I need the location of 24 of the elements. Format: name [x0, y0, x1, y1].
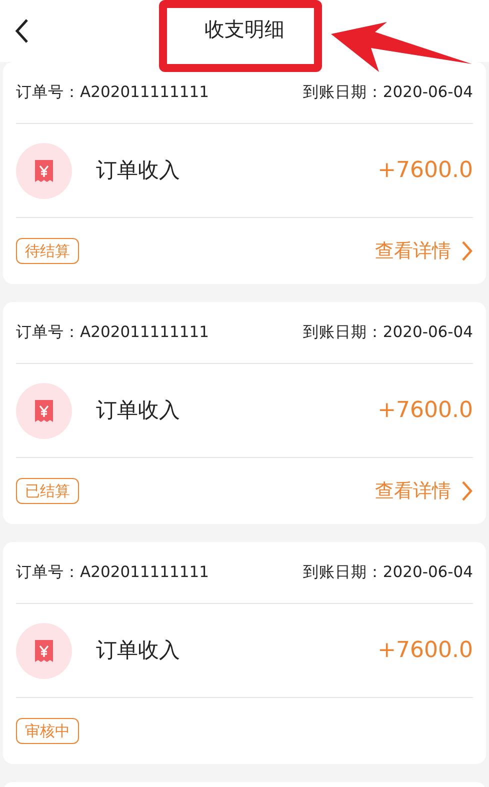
- receipt-icon: [16, 382, 72, 438]
- status-tag: 待结算: [16, 238, 79, 264]
- chevron-right-icon: [461, 480, 473, 502]
- chevron-right-icon: [461, 240, 473, 262]
- amount: +7600.0: [378, 637, 473, 665]
- record-type: 订单收入: [96, 156, 180, 184]
- order-number: 订单号：A202011111111: [16, 322, 209, 343]
- arrival-date: 到账日期：2020-06-04: [302, 562, 473, 583]
- back-icon[interactable]: [14, 18, 30, 44]
- status-tag: 审核中: [16, 718, 79, 744]
- amount: +7600.0: [378, 157, 473, 185]
- view-details-link[interactable]: 查看详情: [375, 236, 473, 266]
- receipt-icon: [16, 622, 72, 678]
- page-title: 收支明细: [204, 16, 284, 43]
- arrival-date: 到账日期：2020-06-04: [302, 82, 473, 103]
- status-tag: 已结算: [16, 478, 79, 504]
- order-number: 订单号：A202011111111: [16, 562, 209, 583]
- amount: +7600.0: [378, 397, 473, 425]
- receipt-icon: [16, 142, 72, 198]
- order-number: 订单号：A202011111111: [16, 82, 209, 103]
- arrival-date: 到账日期：2020-06-04: [302, 322, 473, 343]
- record-type: 订单收入: [96, 396, 180, 424]
- view-details-link[interactable]: 查看详情: [375, 476, 473, 506]
- record-type: 订单收入: [96, 636, 180, 664]
